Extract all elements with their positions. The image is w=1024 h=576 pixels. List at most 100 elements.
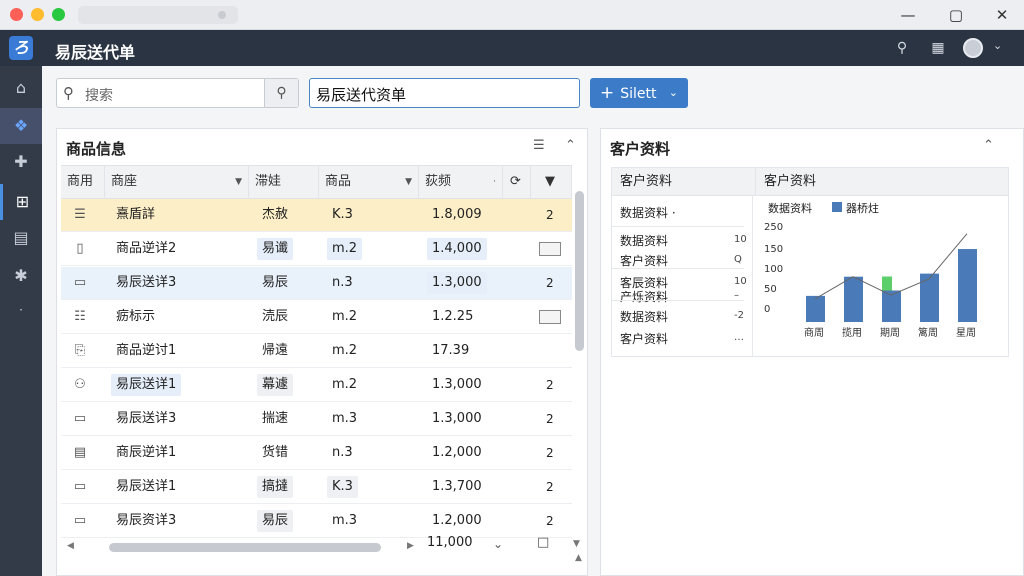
list-item-value: Q	[734, 254, 742, 265]
table-row[interactable]: ⚇ 易辰送详1 幕遽 m.2 1.3,000 2	[61, 369, 572, 402]
horizontal-scrollbar[interactable]: ◀ ▶	[61, 539, 421, 555]
cell-model-text: m.2	[332, 309, 358, 324]
cell-spec: 揣速	[257, 403, 293, 435]
column-header[interactable]: 商品 ▼	[319, 165, 419, 199]
cell-name: 商品逆讨1	[111, 335, 181, 367]
scroll-up-icon[interactable]: ▲	[575, 553, 582, 563]
list-icon[interactable]: ☰	[69, 199, 91, 231]
cell-spec-text: 易辰	[262, 275, 289, 290]
footer-box-icon[interactable]: □	[537, 535, 549, 550]
minimize-window-button[interactable]	[31, 8, 44, 21]
gear-icon[interactable]: ✱	[0, 258, 42, 294]
cell-extra-text: 2	[546, 378, 554, 392]
list-item-value: -2	[734, 310, 744, 321]
table-row[interactable]: ▭ 易辰送详3 易辰 n.3 1.3,000 2	[61, 267, 572, 300]
copy-icon[interactable]: ▯	[69, 233, 91, 265]
zoom-window-button[interactable]	[52, 8, 65, 21]
cell-name-text: 易辰送详3	[116, 411, 177, 426]
cell-extra: 2	[541, 403, 559, 435]
table-row[interactable]: ▯ 商品逆详2 易谶 m.2 1.4,000	[61, 233, 572, 266]
table-row[interactable]: ⎘ 商品逆讨1 帰遠 m.2 17.39	[61, 335, 572, 368]
column-header[interactable]: 客户资料	[612, 168, 756, 196]
cell-model: K.3	[327, 199, 358, 231]
cell-extra-text: 2	[546, 208, 554, 222]
close-icon[interactable]: ✕	[990, 4, 1014, 26]
scroll-right-icon[interactable]: ▶	[407, 541, 414, 551]
add-button[interactable]: + Silett ⌄	[590, 78, 688, 108]
scroll-thumb[interactable]	[109, 543, 381, 552]
window-icon[interactable]: ▭	[69, 505, 91, 537]
image-icon[interactable]: ▤	[69, 437, 91, 469]
bar[interactable]	[844, 276, 863, 322]
avatar[interactable]	[963, 38, 983, 58]
caret-down-icon[interactable]: ▼	[405, 166, 412, 198]
table-row[interactable]: ▭ 易辰资详3 易辰 m.3 1.2,000 2	[61, 505, 572, 538]
chevron-down-icon[interactable]: ⌄	[493, 537, 503, 551]
cell-extra: 2	[541, 505, 559, 537]
close-window-button[interactable]	[10, 8, 23, 21]
puzzle-icon[interactable]: ✚	[0, 144, 42, 180]
tree-icon[interactable]: ☷	[69, 301, 91, 333]
row-checkbox[interactable]	[539, 310, 561, 324]
scroll-thumb[interactable]	[575, 191, 584, 351]
table-row[interactable]: ☷ 疬标示 涜辰 m.2 1.2.25	[61, 301, 572, 334]
row-checkbox[interactable]	[539, 242, 561, 256]
filter-icon[interactable]: ▼	[531, 165, 572, 199]
window-icon[interactable]: ▭	[69, 403, 91, 435]
cell-spec-text: 杰赦	[262, 207, 289, 222]
collapse-icon[interactable]: ⌃	[983, 138, 994, 153]
scroll-down-icon[interactable]: ▼	[573, 539, 580, 549]
caret-down-icon[interactable]: ▼	[235, 166, 242, 198]
cell-model: m.2	[327, 335, 362, 367]
cell-name: 易辰送详1	[111, 471, 181, 503]
bar[interactable]	[958, 249, 977, 322]
home-icon[interactable]: ⌂	[0, 70, 42, 106]
bar[interactable]	[920, 273, 939, 322]
cell-model-text: m.2	[327, 238, 363, 260]
column-header[interactable]: 滞娃	[249, 165, 319, 199]
list-item-label: 客户资料	[620, 254, 669, 268]
search-input[interactable]: ⚲ 搜索 ⚲	[56, 78, 299, 108]
window-tab[interactable]	[78, 6, 238, 24]
search-button[interactable]: ⚲	[264, 79, 298, 107]
more-icon[interactable]: ·	[0, 292, 42, 328]
table-row[interactable]: ☰ 熹盾詳 杰赦 K.3 1.8,009 2	[61, 199, 572, 232]
table-row[interactable]: ▭ 易辰送详3 揣速 m.3 1.3,000 2	[61, 403, 572, 436]
document-icon[interactable]: ▤	[0, 220, 42, 256]
layout-icon[interactable]: ⊞	[0, 184, 42, 220]
cell-model-text: m.2	[332, 377, 358, 392]
scroll-left-icon[interactable]: ◀	[67, 541, 74, 551]
collapse-icon[interactable]: ⌃	[565, 138, 576, 153]
window-icon[interactable]: ▭	[69, 267, 91, 299]
cell-spec: 货错	[257, 437, 293, 469]
window-icon[interactable]: ▭	[69, 471, 91, 503]
search-icon[interactable]: ⚲	[892, 38, 912, 58]
gift-icon[interactable]: ❖	[0, 108, 42, 144]
more-icon[interactable]: ·	[493, 166, 496, 198]
table-row[interactable]: ▤ 商辰逆详1 货错 n.3 1.2,000 2	[61, 437, 572, 470]
chevron-down-icon[interactable]: ⌄	[669, 78, 678, 108]
list-item-label: 产烁资料	[620, 290, 669, 304]
table-row[interactable]: ▭ 易辰送详1 搞撻 K.3 1.3,700 2	[61, 471, 572, 504]
clip-icon[interactable]: ⎘	[69, 335, 91, 367]
cell-spec: 搞撻	[257, 471, 294, 503]
refresh-icon[interactable]: ⟳	[503, 165, 531, 199]
x-tick-label: 商周	[804, 326, 824, 339]
group-icon[interactable]: ⚇	[69, 369, 91, 401]
vertical-scrollbar[interactable]: ▲	[573, 169, 585, 563]
calendar-icon[interactable]: ▦	[928, 38, 948, 58]
minimize-icon[interactable]: —	[896, 4, 920, 26]
column-header[interactable]: 客户资料	[756, 168, 1008, 196]
column-header[interactable]: 商座 ▼	[105, 165, 249, 199]
chevron-down-icon[interactable]: ⌄	[993, 39, 1002, 52]
maximize-icon[interactable]: ▢	[944, 4, 968, 26]
column-header[interactable]: 商用	[61, 165, 105, 199]
column-header[interactable]: 荻频 ·	[419, 165, 503, 199]
cell-spec: 易辰	[257, 505, 294, 537]
column-header-label: 商品	[325, 174, 352, 189]
title-input[interactable]: 易辰送代资单	[309, 78, 580, 108]
bar[interactable]	[806, 295, 825, 322]
app-title: 易辰送代单	[55, 43, 136, 62]
list-view-icon[interactable]: ☰	[533, 138, 545, 153]
legend-swatch	[832, 202, 842, 212]
